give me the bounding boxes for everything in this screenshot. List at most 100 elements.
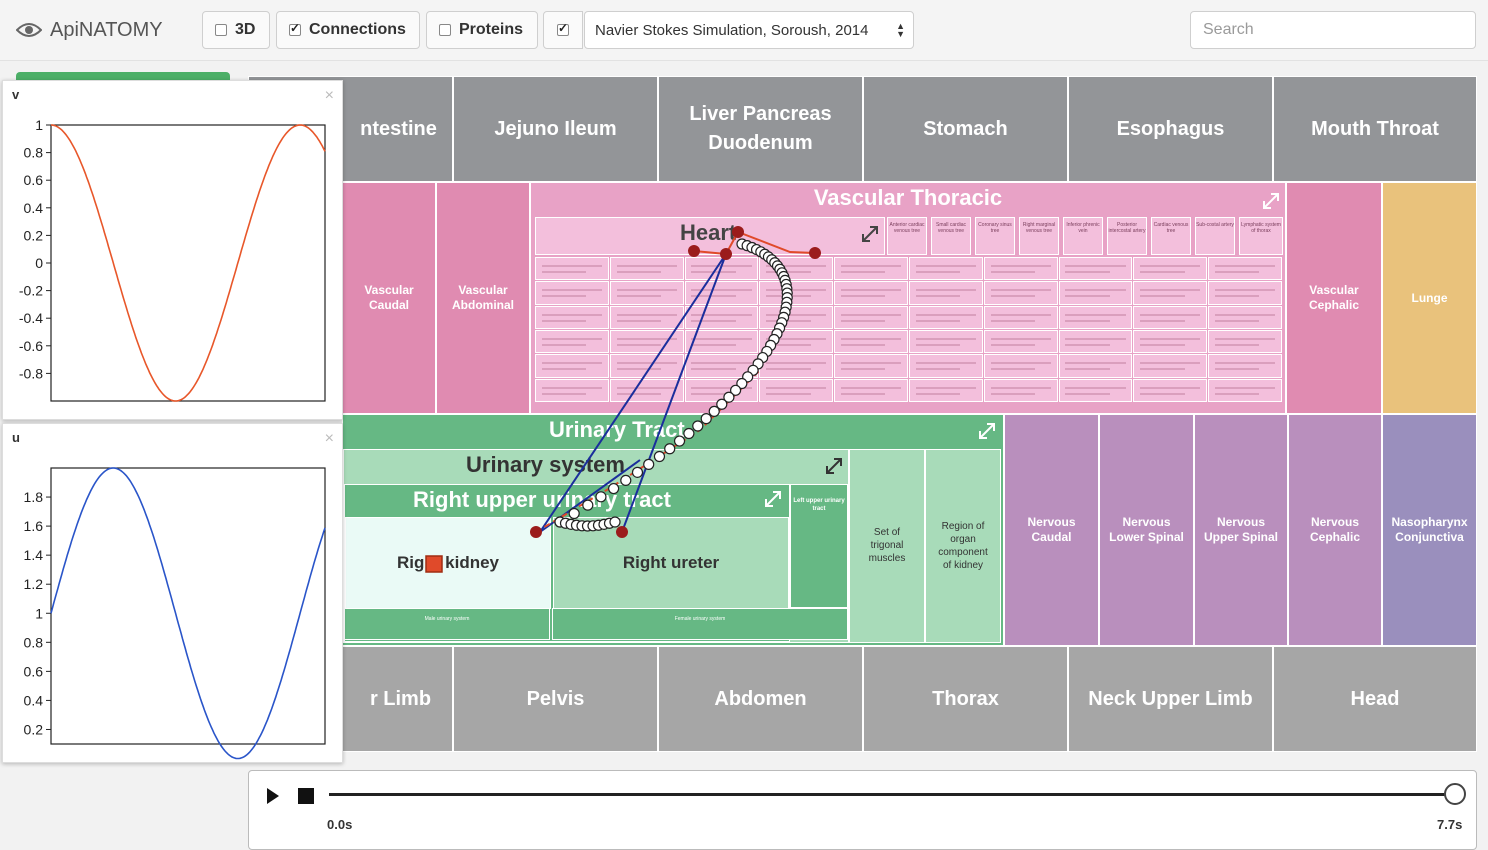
vascular-subtile[interactable]: [535, 305, 609, 329]
timeline-track[interactable]: [329, 793, 1455, 796]
vascular-subtile[interactable]: [834, 281, 908, 305]
vascular-subtile[interactable]: [1133, 378, 1208, 402]
vascular-subtile[interactable]: [983, 354, 1058, 378]
vascular-subtile[interactable]: [909, 281, 983, 305]
tile-trigonal-muscles[interactable]: Set of trigonal muscles: [849, 449, 925, 643]
vascular-subtile[interactable]: [1208, 330, 1282, 354]
tile-nervous-caudal[interactable]: Nervous Caudal: [1004, 414, 1099, 646]
expand-icon[interactable]: [824, 456, 844, 476]
play-icon[interactable]: [265, 787, 281, 805]
vascular-subtile[interactable]: [834, 330, 908, 354]
vascular-subtile[interactable]: [983, 330, 1058, 354]
tile-vascular-thoracic[interactable]: Vascular Thoracic Heart Anterior cardiac…: [530, 182, 1286, 414]
tile-vascular-abdominal[interactable]: Vascular Abdominal: [436, 182, 530, 414]
vascular-subtile[interactable]: [609, 257, 684, 281]
vascular-subtile[interactable]: [909, 330, 983, 354]
vascular-subtile[interactable]: [834, 354, 908, 378]
expand-icon[interactable]: [977, 421, 997, 441]
timeline-handle[interactable]: [1444, 783, 1466, 805]
tile-jejuno-ileum[interactable]: Jejuno Ileum: [453, 76, 658, 182]
vascular-subtile[interactable]: [535, 378, 609, 402]
vascular-subtile[interactable]: [609, 354, 684, 378]
vascular-subtile[interactable]: [759, 354, 834, 378]
vascular-subtile[interactable]: [1133, 305, 1208, 329]
vascular-subtile[interactable]: [1058, 305, 1133, 329]
tile-nervous-cephalic[interactable]: Nervous Cephalic: [1288, 414, 1382, 646]
vascular-subtile[interactable]: [909, 305, 983, 329]
heart-subtile[interactable]: Small cardiac venous tree: [931, 217, 971, 255]
vascular-subtile[interactable]: [684, 257, 759, 281]
vascular-subtile[interactable]: [1133, 257, 1208, 281]
heart-subtile[interactable]: Lymphatic system of thorax: [1239, 217, 1283, 255]
vascular-subtile[interactable]: [1133, 354, 1208, 378]
tile-right-kidney[interactable]: Right kidney: [345, 517, 551, 609]
tile-esophagus[interactable]: Esophagus: [1068, 76, 1273, 182]
tile-pelvis[interactable]: Pelvis: [453, 646, 658, 752]
vascular-subtile[interactable]: [1208, 305, 1282, 329]
plot-panel-u[interactable]: u × 1.8 1.6 1.4 1.2 1 0.8 0.6 0.4 0.2: [2, 423, 343, 763]
tile-stomach[interactable]: Stomach: [863, 76, 1068, 182]
vascular-subtile[interactable]: [684, 378, 759, 402]
vascular-subtile[interactable]: [1208, 354, 1282, 378]
tile-liver-pancreas-duodenum[interactable]: Liver Pancreas Duodenum: [658, 76, 863, 182]
vascular-subtile[interactable]: [834, 257, 908, 281]
heart-subtile[interactable]: Inferior phrenic vein: [1063, 217, 1103, 255]
vascular-subtile[interactable]: [609, 378, 684, 402]
tile-right-ureter[interactable]: Right ureter: [553, 517, 789, 609]
vascular-subtile[interactable]: [983, 378, 1058, 402]
heart-subtile[interactable]: Anterior cardiac venous tree: [887, 217, 927, 255]
vascular-subtile[interactable]: [684, 281, 759, 305]
tile-abdomen[interactable]: Abdomen: [658, 646, 863, 752]
tile-female-urinary-system[interactable]: Female urinary system: [552, 608, 848, 640]
heart-subtile[interactable]: Sub-costal artery: [1195, 217, 1235, 255]
vascular-subtile[interactable]: [1208, 378, 1282, 402]
tile-left-upper-urinary-tract[interactable]: Left upper urinary tract: [790, 484, 848, 608]
vascular-subtile[interactable]: [1133, 281, 1208, 305]
tile-nervous-upper-spinal[interactable]: Nervous Upper Spinal: [1194, 414, 1288, 646]
tile-thorax[interactable]: Thorax: [863, 646, 1068, 752]
tile-vascular-caudal[interactable]: Vascular Caudal: [342, 182, 436, 414]
vascular-subtile[interactable]: [1133, 330, 1208, 354]
vascular-subtile[interactable]: [983, 257, 1058, 281]
tile-heart[interactable]: Heart: [535, 217, 885, 255]
tile-urinary-tract[interactable]: Urinary Tract Urinary system Right upper…: [342, 414, 1004, 646]
plot-panel-v[interactable]: v × 1 0.8 0.6 0.4 0.2 0 -0.2 -0.4 -0.6 -0.8: [2, 80, 343, 420]
vascular-subtile[interactable]: [759, 330, 834, 354]
vascular-subtile[interactable]: [909, 257, 983, 281]
expand-icon[interactable]: [763, 489, 783, 509]
vascular-subtile[interactable]: [759, 257, 834, 281]
tile-head[interactable]: Head: [1273, 646, 1477, 752]
expand-icon[interactable]: [1261, 191, 1281, 211]
vascular-subtile[interactable]: [759, 305, 834, 329]
vascular-subtile[interactable]: [909, 378, 983, 402]
vascular-subtile[interactable]: [834, 305, 908, 329]
tile-nervous-lower-spinal[interactable]: Nervous Lower Spinal: [1099, 414, 1194, 646]
vascular-subtile[interactable]: [983, 281, 1058, 305]
vascular-subtile[interactable]: [535, 281, 609, 305]
tile-nasopharynx-conjunctiva[interactable]: Nasopharynx Conjunctiva: [1382, 414, 1477, 646]
vascular-subtile[interactable]: [609, 305, 684, 329]
vascular-subtile[interactable]: [759, 378, 834, 402]
vascular-subtile[interactable]: [684, 354, 759, 378]
tile-urinary-system[interactable]: Urinary system Right upper urinary tract…: [343, 449, 849, 643]
vascular-subtile[interactable]: [1208, 281, 1282, 305]
vascular-subtile[interactable]: [535, 257, 609, 281]
tile-mouth-throat[interactable]: Mouth Throat: [1273, 76, 1477, 182]
vascular-subtile[interactable]: [535, 330, 609, 354]
vascular-subtile[interactable]: [1058, 354, 1133, 378]
heart-subtile[interactable]: Posterior intercostal artery: [1107, 217, 1147, 255]
tile-region-of-kidney[interactable]: Region of organ component of kidney: [925, 449, 1001, 643]
vascular-subtile[interactable]: [983, 305, 1058, 329]
heart-subtile[interactable]: Cardiac venous tree: [1151, 217, 1191, 255]
heart-subtile[interactable]: Coronary sinus tree: [975, 217, 1015, 255]
vascular-subtile[interactable]: [609, 281, 684, 305]
tile-lunge[interactable]: Lunge: [1382, 182, 1477, 414]
vascular-subtile[interactable]: [1058, 378, 1133, 402]
vascular-subtile[interactable]: [1208, 257, 1282, 281]
tile-vascular-cephalic[interactable]: Vascular Cephalic: [1286, 182, 1382, 414]
vascular-subtile[interactable]: [834, 378, 908, 402]
vascular-subtile[interactable]: [1058, 330, 1133, 354]
vascular-subtile[interactable]: [684, 305, 759, 329]
heart-subtile[interactable]: Right marginal venous tree: [1019, 217, 1059, 255]
vascular-subtile[interactable]: [909, 354, 983, 378]
